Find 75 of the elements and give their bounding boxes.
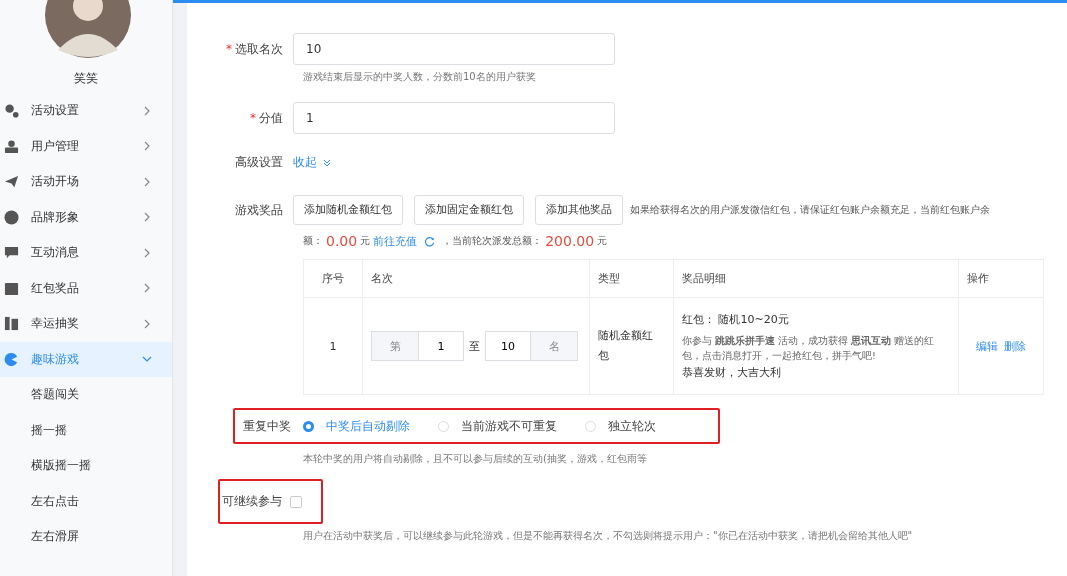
field-label: 可继续参与: [221, 493, 283, 510]
prize-message: 你参与 跳跳乐拼手速 活动，成功获得 思讯互动 赠送的红包，点击消息打开，一起抢红包，拼手气吧!: [682, 334, 936, 363]
rank-input[interactable]: 10: [293, 33, 615, 65]
column-header: 名次: [362, 259, 590, 298]
double-chevron-icon: [322, 157, 332, 168]
total-amount: 200.00: [545, 233, 595, 249]
column-header: 类型: [589, 259, 674, 298]
column-header: 操作: [958, 259, 1044, 298]
sidebar-item[interactable]: 互动消息: [0, 235, 172, 271]
menu-icon: [4, 351, 19, 367]
menu-icon: [4, 316, 19, 332]
menu-icon: [4, 209, 19, 225]
radio-option[interactable]: 独立轮次: [585, 417, 656, 435]
sidebar-item[interactable]: 用户管理: [0, 128, 172, 164]
menu-icon: [4, 280, 19, 296]
sidebar-item[interactable]: 活动开场: [0, 164, 172, 200]
required-mark: *: [250, 110, 256, 125]
sidebar-item[interactable]: 活动设置: [0, 93, 172, 129]
checkbox[interactable]: [290, 495, 302, 508]
hint-text: 游戏结束后显示的中奖人数，分数前10名的用户获奖: [303, 70, 537, 84]
sidebar-item[interactable]: 红包奖品: [0, 270, 172, 306]
radio-option[interactable]: 当前游戏不可重复: [438, 417, 557, 435]
add-prize-button[interactable]: 添加其他奖品: [535, 195, 623, 225]
submenu-item[interactable]: 答题闯关: [0, 377, 172, 413]
chevron-icon: [142, 212, 152, 223]
input-addon: 第: [371, 331, 419, 361]
submenu-item[interactable]: 左右滑屏: [0, 519, 172, 555]
submenu-item[interactable]: 横版摇一摇: [0, 448, 172, 484]
table-cell: 1: [303, 297, 363, 395]
balance-amount: 0.00: [326, 233, 358, 249]
add-prize-button[interactable]: 添加固定金额红包: [414, 195, 524, 225]
chevron-icon: [142, 105, 152, 116]
column-header: 序号: [303, 259, 363, 298]
chevron-icon: [142, 283, 152, 294]
menu-icon: [4, 174, 19, 190]
menu-icon: [4, 138, 19, 154]
column-header: 奖品明细: [673, 259, 959, 298]
chevron-icon: [142, 176, 152, 187]
note-text: 如果给获得名次的用户派发微信红包，请保证红包账户余额充足，当前红包账户余: [630, 203, 990, 217]
menu-icon: [4, 103, 19, 119]
unit-text: 元: [597, 234, 608, 248]
action-link[interactable]: 删除: [1004, 339, 1026, 353]
prize-title: 红包： 随机10~20元: [682, 312, 790, 327]
refresh-icon[interactable]: [424, 235, 436, 247]
recharge-link[interactable]: 前往充值: [373, 233, 418, 249]
unit-text: 元: [360, 234, 371, 248]
chevron-icon: [142, 141, 152, 152]
chevron-icon: [142, 247, 152, 258]
submenu-item[interactable]: 左右点击: [0, 483, 172, 519]
field-label: 重复中奖: [242, 417, 292, 435]
rank-from-input[interactable]: 1: [419, 331, 464, 361]
sidebar-item[interactable]: 幸运抽奖: [0, 306, 172, 342]
submenu-item[interactable]: 摇一摇: [0, 412, 172, 448]
rank-to-input[interactable]: 10: [485, 331, 530, 361]
input-addon: 名: [530, 331, 578, 361]
radio-option[interactable]: 中奖后自动剔除: [303, 417, 410, 435]
table-cell-text: 随机金额红包: [598, 328, 654, 364]
prize-wish: 恭喜发财，大吉大利: [682, 365, 782, 380]
score-input[interactable]: 1: [293, 102, 615, 134]
field-label: 高级设置: [234, 154, 284, 171]
action-link[interactable]: 编辑: [976, 339, 998, 353]
hint-text: 用户在活动中获奖后，可以继续参与此轮游戏，但是不能再获得名次，不勾选则将提示用户："你已在活动中获奖，请把机会留给其他人吧": [303, 529, 914, 543]
field-label: 分值: [259, 110, 283, 125]
sidebar-item[interactable]: 品牌形象: [0, 199, 172, 235]
add-prize-button[interactable]: 添加随机金额红包: [293, 195, 403, 225]
collapse-link[interactable]: 收起: [293, 154, 317, 171]
range-separator: 至: [469, 338, 480, 354]
hint-text: 本轮中奖的用户将自动剔除，且不可以参与后续的互动(抽奖，游戏，红包雨等: [303, 452, 648, 466]
total-label: ，当前轮次派发总额：: [442, 234, 543, 248]
required-mark: *: [226, 41, 232, 56]
field-label: 选取名次: [235, 41, 283, 56]
field-label: 游戏奖品: [234, 201, 284, 219]
user-name: 笑笑: [73, 70, 99, 87]
chevron-icon: [142, 318, 152, 329]
balance-label: 额：: [303, 234, 323, 248]
